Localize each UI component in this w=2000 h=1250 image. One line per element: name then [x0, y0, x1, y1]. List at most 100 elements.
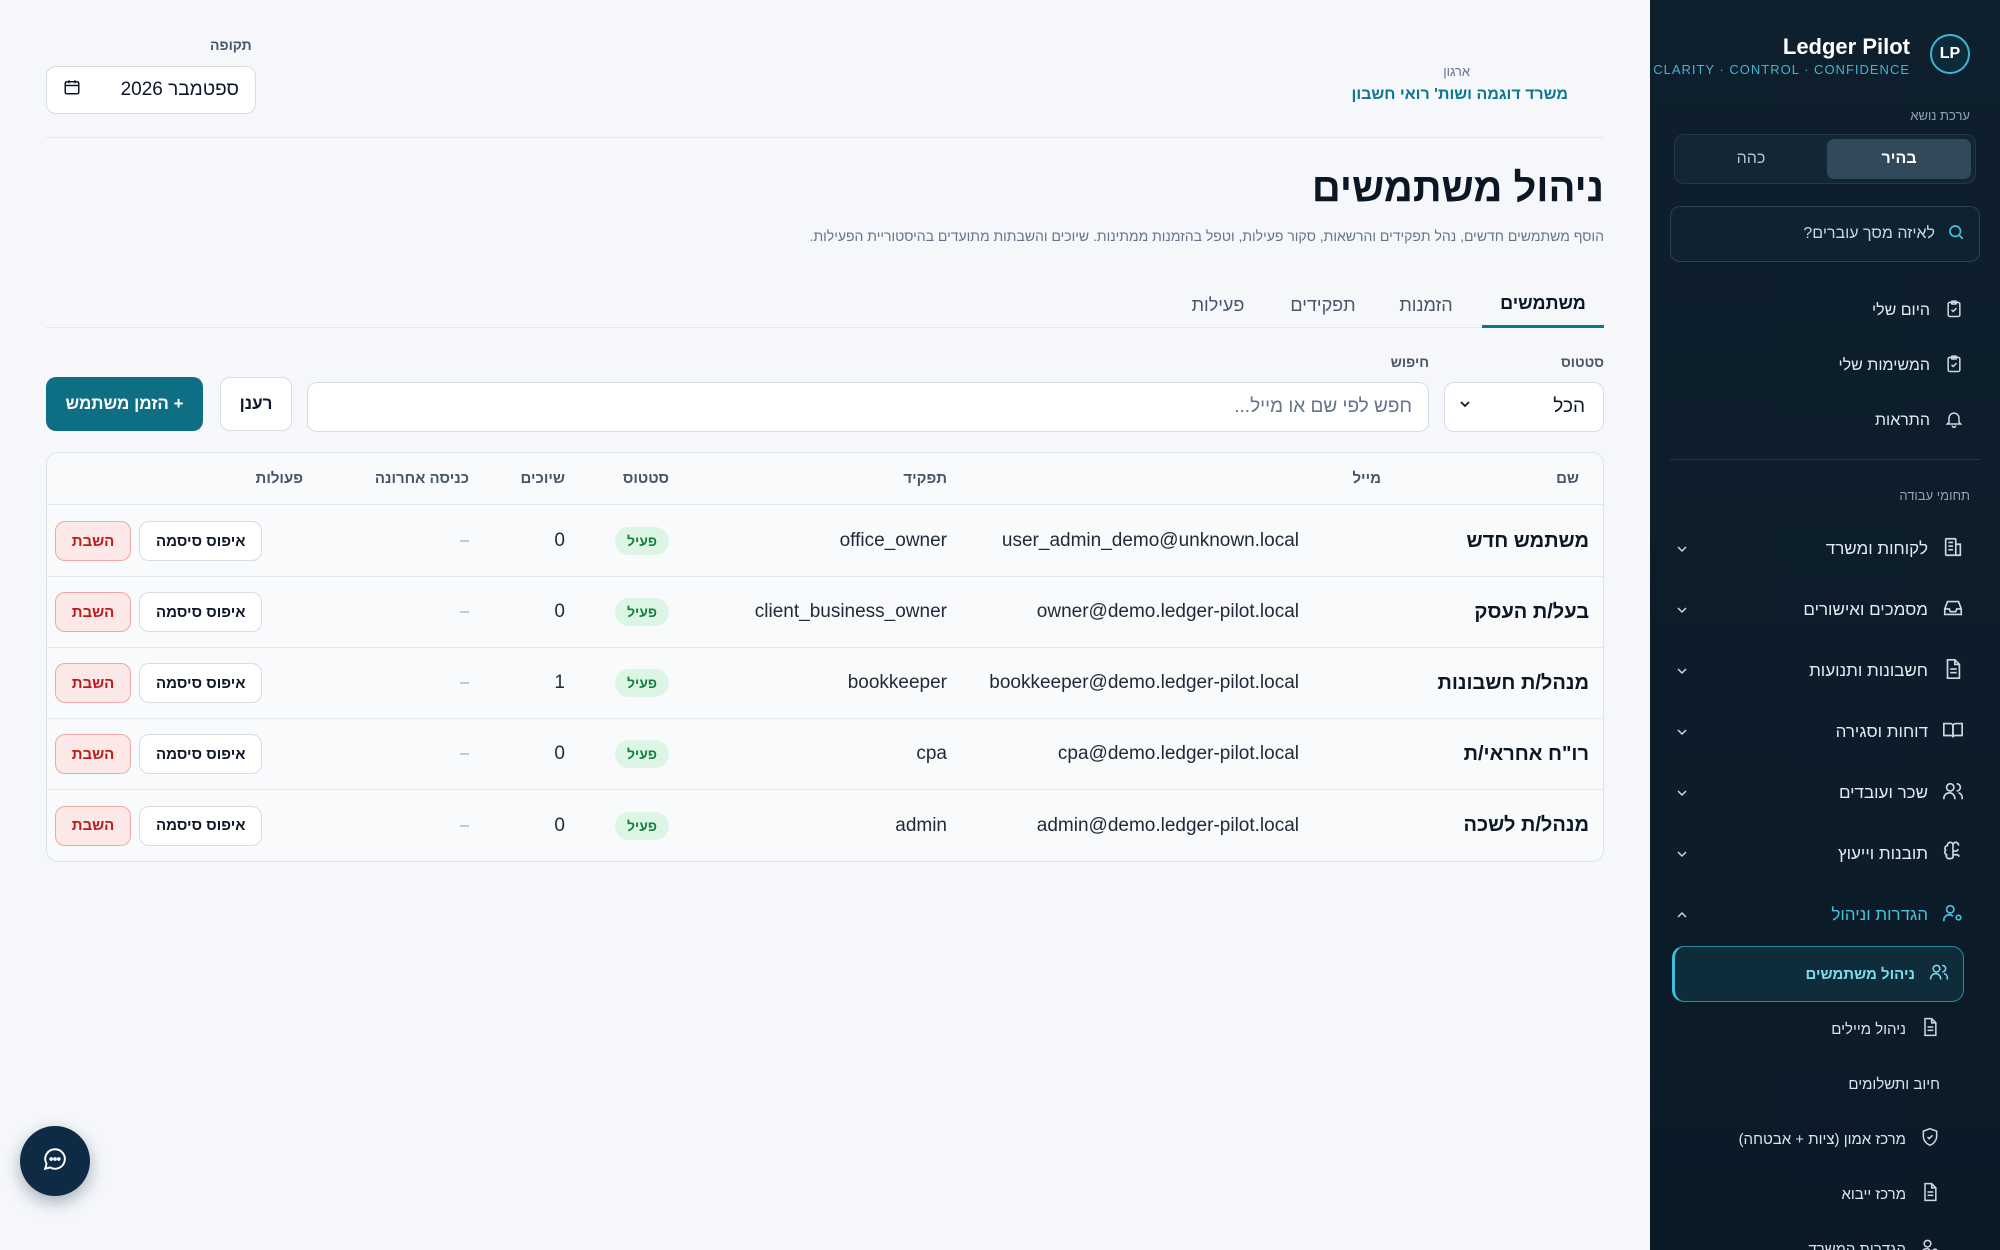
user-email: owner@demo.ledger-pilot.local: [1036, 601, 1299, 622]
tab-roles[interactable]: תפקידים: [1278, 282, 1368, 328]
sidebar-item-notifications[interactable]: התראות: [1875, 401, 1964, 441]
user-name: בעל/ת העסק: [1474, 600, 1589, 623]
disable-user-button[interactable]: השבת: [55, 663, 131, 703]
sidebar-group-label: דוחות וסגירה: [1835, 722, 1928, 741]
status-cell: פעיל: [614, 577, 669, 647]
theme-light-button[interactable]: בהיר: [1827, 139, 1971, 179]
sidebar-group-settings[interactable]: הגדרות וניהול: [1674, 895, 1964, 935]
table-row: משתמש חדש user_admin_demo@unknown.local …: [47, 506, 1603, 577]
sidebar-group-clients[interactable]: לקוחות ומשרד: [1674, 529, 1964, 569]
last-login: –: [460, 816, 469, 834]
search-input[interactable]: [307, 382, 1429, 432]
reset-password-button[interactable]: איפוס סיסמה: [139, 734, 263, 774]
disable-user-button[interactable]: השבת: [55, 805, 131, 846]
chat-button[interactable]: [20, 1126, 90, 1196]
row-actions: איפוס סיסמה השבת: [55, 506, 263, 576]
reset-password-button[interactable]: איפוס סיסמה: [139, 521, 263, 561]
status-cell: פעיל: [614, 790, 669, 861]
sidebar-group-insights[interactable]: תובנות וייעוץ: [1674, 834, 1964, 874]
column-header-name: שם: [1556, 470, 1579, 487]
sidebar-search-placeholder: לאיזה מסך עוברים?: [1803, 225, 1935, 242]
users-icon: [1942, 780, 1964, 807]
brand-tagline: CLARITY · CONTROL · CONFIDENCE: [1653, 62, 1910, 77]
tab-bar: משתמשים הזמנות תפקידים פעילות: [46, 282, 1604, 328]
status-cell: פעיל: [614, 506, 669, 576]
org-name[interactable]: משרד דוגמה ושות' רואי חשבון: [1352, 86, 1569, 104]
status-badge: פעיל: [614, 598, 669, 626]
column-header-last-login: כניסה אחרונה: [374, 470, 469, 487]
user-cog-icon: [1920, 1237, 1940, 1250]
header-divider: [46, 137, 1604, 138]
theme-toggle: בהיר כהה: [1674, 134, 1976, 184]
chevron-down-icon: [1674, 846, 1690, 867]
chevron-down-icon: [1674, 602, 1690, 623]
sidebar-group-accounts[interactable]: חשבונות ותנועות: [1674, 651, 1964, 691]
disable-user-button[interactable]: השבת: [55, 734, 131, 774]
period-picker[interactable]: ספטמבר 2026: [46, 66, 256, 114]
sidebar-item-email-management[interactable]: ניהול מיילים: [1831, 1009, 1940, 1049]
sidebar-item-user-management[interactable]: ניהול משתמשים: [1672, 946, 1964, 1002]
period-value: ספטמבר 2026: [120, 79, 239, 100]
inbox-icon: [1942, 597, 1964, 624]
brand-name: Ledger Pilot: [1782, 34, 1910, 59]
status-badge: פעיל: [614, 811, 669, 840]
sidebar-item-label: הגדרות המשרד: [1808, 1240, 1906, 1250]
user-name: רו"ח אחראי/ת: [1463, 742, 1589, 765]
user-role: office_owner: [839, 530, 947, 551]
sidebar-item-billing[interactable]: חיוב ותשלומים: [1848, 1064, 1940, 1104]
user-email: bookkeeper@demo.ledger-pilot.local: [989, 672, 1299, 693]
sidebar-search[interactable]: לאיזה מסך עוברים?: [1670, 206, 1980, 262]
page-subtitle: הוסף משתמשים חדשים, נהל תפקידים והרשאות,…: [809, 228, 1604, 244]
sidebar-item-label: התראות: [1875, 412, 1930, 429]
brand: LP Ledger Pilot CLARITY · CONTROL · CONF…: [1653, 30, 1970, 80]
calendar-icon: [63, 78, 81, 102]
sidebar-item-trust-center[interactable]: מרכז אמון (ציות + אבטחה): [1739, 1119, 1940, 1159]
sidebar-group-reports[interactable]: דוחות וסגירה: [1674, 712, 1964, 752]
row-actions: איפוס סיסמה השבת: [55, 577, 263, 647]
sidebar-section-label: תחומי עבודה: [1899, 488, 1970, 503]
status-select[interactable]: הכל: [1444, 382, 1604, 432]
sidebar-group-label: מסמכים ואישורים: [1803, 600, 1928, 619]
status-select-value: הכל: [1553, 396, 1585, 417]
chevron-up-icon: [1674, 907, 1690, 928]
sidebar-group-label: חשבונות ותנועות: [1809, 661, 1928, 680]
invite-user-button[interactable]: + הזמן משתמש: [46, 377, 203, 431]
last-login: –: [460, 674, 469, 691]
file-text-icon: [1920, 1182, 1940, 1206]
brand-logo: LP: [1930, 34, 1970, 74]
table-row: מנהל/ת לשכה admin@demo.ledger-pilot.loca…: [47, 790, 1603, 861]
sidebar-group-documents[interactable]: מסמכים ואישורים: [1674, 590, 1964, 630]
sidebar-item-label: חיוב ותשלומים: [1848, 1075, 1940, 1093]
disable-user-button[interactable]: השבת: [55, 592, 131, 632]
users-icon: [1929, 962, 1949, 986]
sidebar-item-label: מרכז אמון (ציות + אבטחה): [1738, 1130, 1906, 1148]
sidebar-item-my-day[interactable]: היום שלי: [1872, 291, 1964, 331]
assignments-count: 0: [554, 814, 565, 836]
reset-password-button[interactable]: איפוס סיסמה: [139, 663, 263, 703]
tab-activity[interactable]: פעילות: [1178, 282, 1258, 328]
refresh-button[interactable]: רענן: [220, 377, 292, 431]
period-label: תקופה: [210, 37, 252, 53]
disable-user-button[interactable]: השבת: [55, 521, 131, 561]
user-role: client_business_owner: [754, 601, 947, 622]
clipboard-check-icon: [1944, 354, 1964, 379]
chat-bubble-icon: [42, 1146, 68, 1177]
tab-invitations[interactable]: הזמנות: [1386, 282, 1466, 328]
theme-dark-button[interactable]: כהה: [1679, 139, 1823, 179]
sidebar-group-payroll[interactable]: שכר ועובדים: [1674, 773, 1964, 813]
theme-label: ערכת נושא: [1910, 108, 1970, 123]
reset-password-button[interactable]: איפוס סיסמה: [139, 592, 263, 632]
tab-users[interactable]: משתמשים: [1482, 282, 1604, 328]
sidebar-group-label: תובנות וייעוץ: [1838, 844, 1928, 863]
sidebar-item-my-tasks[interactable]: המשימות שלי: [1839, 346, 1964, 386]
sidebar-item-import-center[interactable]: מרכז ייבוא: [1841, 1174, 1940, 1214]
sidebar-item-label: ניהול משתמשים: [1805, 965, 1915, 983]
user-email: cpa@demo.ledger-pilot.local: [1057, 743, 1299, 764]
row-actions: איפוס סיסמה השבת: [55, 790, 263, 861]
user-role: bookkeeper: [847, 672, 947, 693]
reset-password-button[interactable]: איפוס סיסמה: [139, 805, 263, 846]
sidebar-item-label: ניהול מיילים: [1831, 1020, 1906, 1038]
user-role: admin: [895, 814, 947, 836]
sidebar-item-office-settings[interactable]: הגדרות המשרד: [1808, 1229, 1940, 1250]
status-cell: פעיל: [614, 719, 669, 789]
